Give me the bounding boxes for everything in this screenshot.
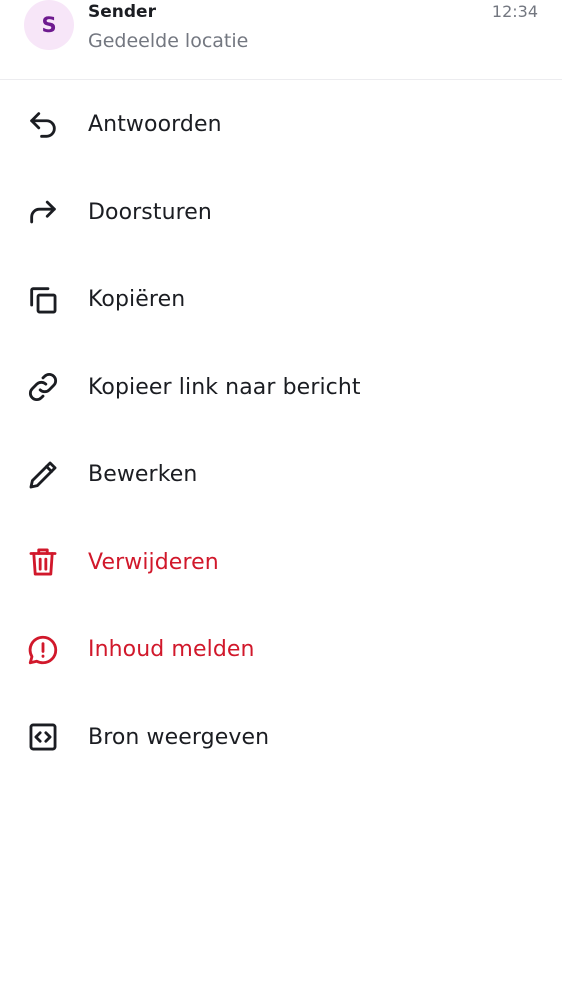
avatar[interactable]: S <box>24 0 74 50</box>
menu-item-label: Antwoorden <box>88 112 222 138</box>
message-timestamp: 12:34 <box>491 2 538 21</box>
menu-item-label: Bron weergeven <box>88 724 270 750</box>
menu-item-view-source[interactable]: Bron weergeven <box>0 694 562 782</box>
message-preview: Gedeelde locatie <box>88 30 249 52</box>
menu-item-forward[interactable]: Doorsturen <box>0 169 562 257</box>
message-header: S Sender Gedeelde locatie 12:34 <box>0 0 562 80</box>
menu-item-label: Kopiëren <box>88 287 186 313</box>
menu-item-copy-link[interactable]: Kopieer link naar bericht <box>0 344 562 432</box>
link-icon <box>26 370 60 404</box>
menu-item-label: Kopieer link naar bericht <box>88 374 361 400</box>
menu-item-copy[interactable]: Kopiëren <box>0 256 562 344</box>
report-icon <box>26 633 60 667</box>
menu-item-label: Verwijderen <box>88 549 219 575</box>
pencil-icon <box>26 458 60 492</box>
context-menu: Antwoorden Doorsturen Kopiëren Kopieer l… <box>0 81 562 781</box>
trash-icon <box>26 545 60 579</box>
menu-item-label: Doorsturen <box>88 199 212 225</box>
menu-item-report[interactable]: Inhoud melden <box>0 606 562 694</box>
menu-item-delete[interactable]: Verwijderen <box>0 519 562 607</box>
menu-item-label: Bewerken <box>88 462 198 488</box>
forward-icon <box>26 195 60 229</box>
sender-name: Sender <box>88 2 156 22</box>
menu-item-label: Inhoud melden <box>88 637 255 663</box>
copy-icon <box>26 283 60 317</box>
menu-item-reply[interactable]: Antwoorden <box>0 81 562 169</box>
reply-icon <box>26 108 60 142</box>
code-icon <box>26 720 60 754</box>
menu-item-edit[interactable]: Bewerken <box>0 431 562 519</box>
